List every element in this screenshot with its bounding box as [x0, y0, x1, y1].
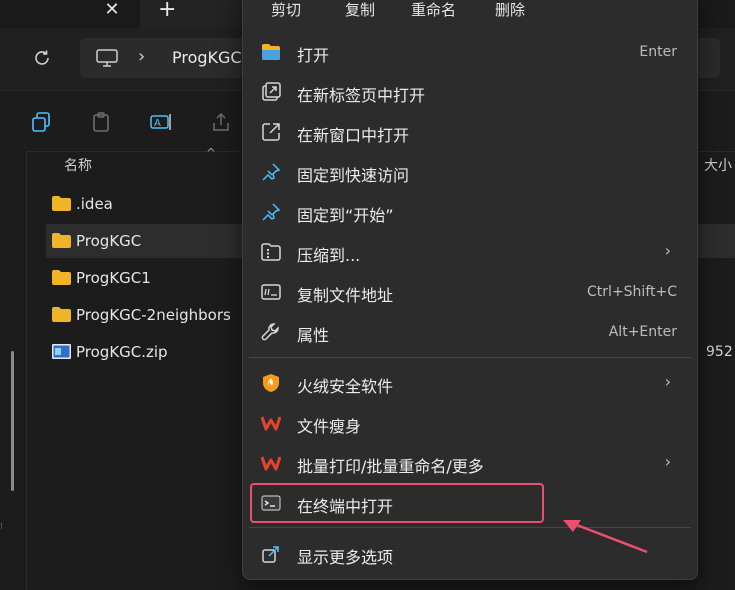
- copy-icon[interactable]: [30, 111, 52, 133]
- svg-text:A: A: [154, 118, 161, 129]
- menu-item-label: 打开: [297, 46, 330, 65]
- wps-icon: [261, 416, 281, 431]
- menu-item-huorong[interactable]: 火绒安全软件 ›: [249, 364, 689, 402]
- menu-item-file-slim[interactable]: 文件瘦身: [249, 404, 689, 442]
- menu-item-label: 在新窗口中打开: [297, 126, 410, 145]
- file-name: .idea: [76, 195, 113, 213]
- scrollbar[interactable]: [11, 351, 14, 491]
- menu-item-copy-path[interactable]: 复制文件地址 Ctrl+Shift+C: [249, 273, 689, 311]
- menu-separator: [249, 357, 691, 358]
- menu-item-label: 属性: [297, 326, 330, 345]
- menu-item-label: 固定到“开始”: [297, 206, 394, 225]
- column-header-name[interactable]: 名称: [64, 155, 92, 175]
- paste-icon[interactable]: [90, 111, 112, 133]
- new-tab-button[interactable]: +: [158, 0, 176, 24]
- quick-actions-bar: 剪切 复制 重命名 删除: [243, 0, 697, 25]
- menu-item-shortcut: Alt+Enter: [608, 324, 677, 340]
- menu-item-batch-tools[interactable]: 批量打印/批量重命名/更多 ›: [249, 444, 689, 482]
- file-name: ProgKGC1: [76, 269, 151, 287]
- menu-item-shortcut: Ctrl+Shift+C: [587, 284, 677, 300]
- pane-resize-handle[interactable]: ⁝: [0, 522, 3, 532]
- menu-item-open[interactable]: 打开 Enter: [249, 33, 689, 71]
- sort-indicator-icon: ^: [206, 146, 217, 160]
- archive-icon: [261, 243, 281, 261]
- annotation-arrow-icon: [563, 520, 648, 554]
- close-tab-button[interactable]: ✕: [100, 0, 124, 22]
- menu-item-open-new-tab[interactable]: 在新标签页中打开: [249, 73, 689, 111]
- shield-icon: [263, 374, 279, 392]
- refresh-icon[interactable]: [32, 48, 52, 68]
- delete-button[interactable]: 删除: [495, 0, 525, 20]
- menu-item-label: 批量打印/批量重命名/更多: [297, 457, 484, 476]
- highlight-box: [250, 483, 544, 523]
- rename-button[interactable]: 重命名: [411, 0, 456, 20]
- more-options-icon: [262, 546, 279, 563]
- computer-icon: [96, 49, 118, 67]
- file-name: ProgKGC.zip: [76, 343, 168, 361]
- cut-button[interactable]: 剪切: [271, 0, 301, 20]
- share-icon[interactable]: [210, 111, 232, 133]
- menu-item-shortcut: Enter: [639, 44, 677, 60]
- menu-item-label: 显示更多选项: [297, 548, 394, 567]
- submenu-arrow-icon: ›: [664, 372, 671, 391]
- menu-item-open-new-window[interactable]: 在新窗口中打开: [249, 113, 689, 151]
- rename-icon[interactable]: A: [150, 111, 172, 133]
- folder-icon: [52, 307, 71, 322]
- menu-item-label: 固定到快速访问: [297, 166, 410, 185]
- menu-item-label: 在新标签页中打开: [297, 86, 426, 105]
- menu-item-pin-quick-access[interactable]: 固定到快速访问: [249, 153, 689, 191]
- menu-item-label: 压缩到...: [297, 246, 361, 265]
- folder-icon: [52, 270, 71, 285]
- pin-icon: [262, 203, 281, 221]
- new-window-icon: [262, 123, 280, 141]
- file-name: ProgKGC-2neighbors: [76, 306, 231, 324]
- breadcrumb[interactable]: ProgKGC: [172, 48, 242, 67]
- wrench-icon: [261, 323, 279, 341]
- copy-path-icon: [261, 284, 281, 300]
- chevron-right-icon[interactable]: ›: [138, 46, 145, 67]
- column-header-size[interactable]: 大小: [704, 155, 732, 175]
- file-name: ProgKGC: [76, 232, 142, 250]
- submenu-arrow-icon: ›: [664, 452, 671, 471]
- pin-icon: [262, 163, 281, 181]
- submenu-arrow-icon: ›: [664, 241, 671, 260]
- new-tab-area: +: [140, 0, 248, 28]
- menu-item-label: 火绒安全软件: [297, 377, 394, 396]
- wps-icon: [261, 456, 281, 471]
- menu-item-label: 文件瘦身: [297, 417, 362, 436]
- navigation-pane[interactable]: [0, 151, 27, 590]
- folder-icon: [52, 196, 71, 211]
- file-size: 952: [706, 344, 733, 360]
- menu-item-pin-start[interactable]: 固定到“开始”: [249, 193, 689, 231]
- copy-button[interactable]: 复制: [345, 0, 375, 20]
- menu-item-compress[interactable]: 压缩到... ›: [249, 233, 689, 271]
- menu-item-label: 复制文件地址: [297, 286, 394, 305]
- new-tab-icon: [262, 82, 281, 101]
- menu-item-properties[interactable]: 属性 Alt+Enter: [249, 313, 689, 351]
- folder-open-icon: [262, 44, 280, 60]
- zip-file-icon: [52, 344, 71, 359]
- folder-icon: [52, 233, 71, 248]
